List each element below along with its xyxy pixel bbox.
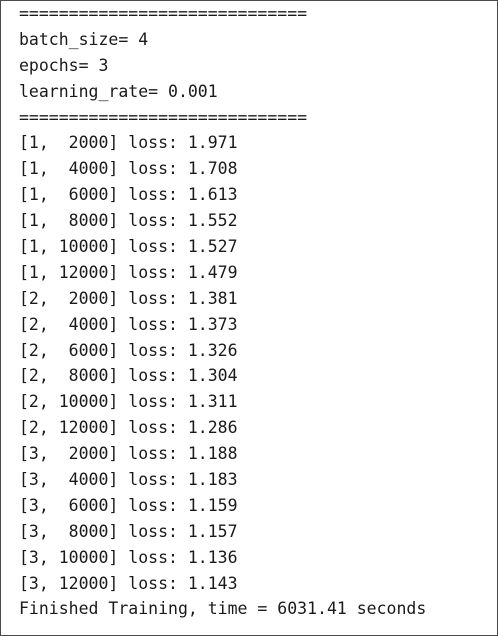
- finished-training-line: Finished Training, time = 6031.41 second…: [19, 599, 427, 619]
- loss-line: [3, 6000] loss: 1.159: [19, 495, 238, 515]
- loss-line: [3, 8000] loss: 1.157: [19, 521, 238, 541]
- loss-line: [1, 4000] loss: 1.708: [19, 159, 238, 179]
- batch-size-line: batch_size= 4: [19, 29, 149, 49]
- console-lines: ============================= batch_size…: [19, 1, 426, 622]
- loss-line: [1, 12000] loss: 1.479: [19, 262, 238, 282]
- loss-line: [2, 6000] loss: 1.326: [19, 340, 238, 360]
- console-output: ============================= batch_size…: [0, 0, 498, 636]
- loss-line: [3, 2000] loss: 1.188: [19, 444, 238, 464]
- loss-line: [2, 8000] loss: 1.304: [19, 366, 238, 386]
- loss-line: [2, 12000] loss: 1.286: [19, 418, 238, 438]
- loss-line: [1, 6000] loss: 1.613: [19, 185, 238, 205]
- loss-line: [2, 10000] loss: 1.311: [19, 392, 238, 412]
- separator-line: =============================: [19, 4, 308, 23]
- loss-line: [1, 2000] loss: 1.971: [19, 133, 238, 153]
- epochs-line: epochs= 3: [19, 55, 109, 75]
- loss-line: [3, 12000] loss: 1.143: [19, 573, 238, 593]
- loss-line: [3, 10000] loss: 1.136: [19, 547, 238, 567]
- loss-line: [3, 4000] loss: 1.183: [19, 470, 238, 490]
- loss-line: [2, 2000] loss: 1.381: [19, 288, 238, 308]
- separator-line: =============================: [19, 107, 308, 127]
- loss-line: [1, 8000] loss: 1.552: [19, 211, 238, 231]
- learning-rate-line: learning_rate= 0.001: [19, 81, 218, 101]
- loss-line: [1, 10000] loss: 1.527: [19, 237, 238, 257]
- loss-line: [2, 4000] loss: 1.373: [19, 314, 238, 334]
